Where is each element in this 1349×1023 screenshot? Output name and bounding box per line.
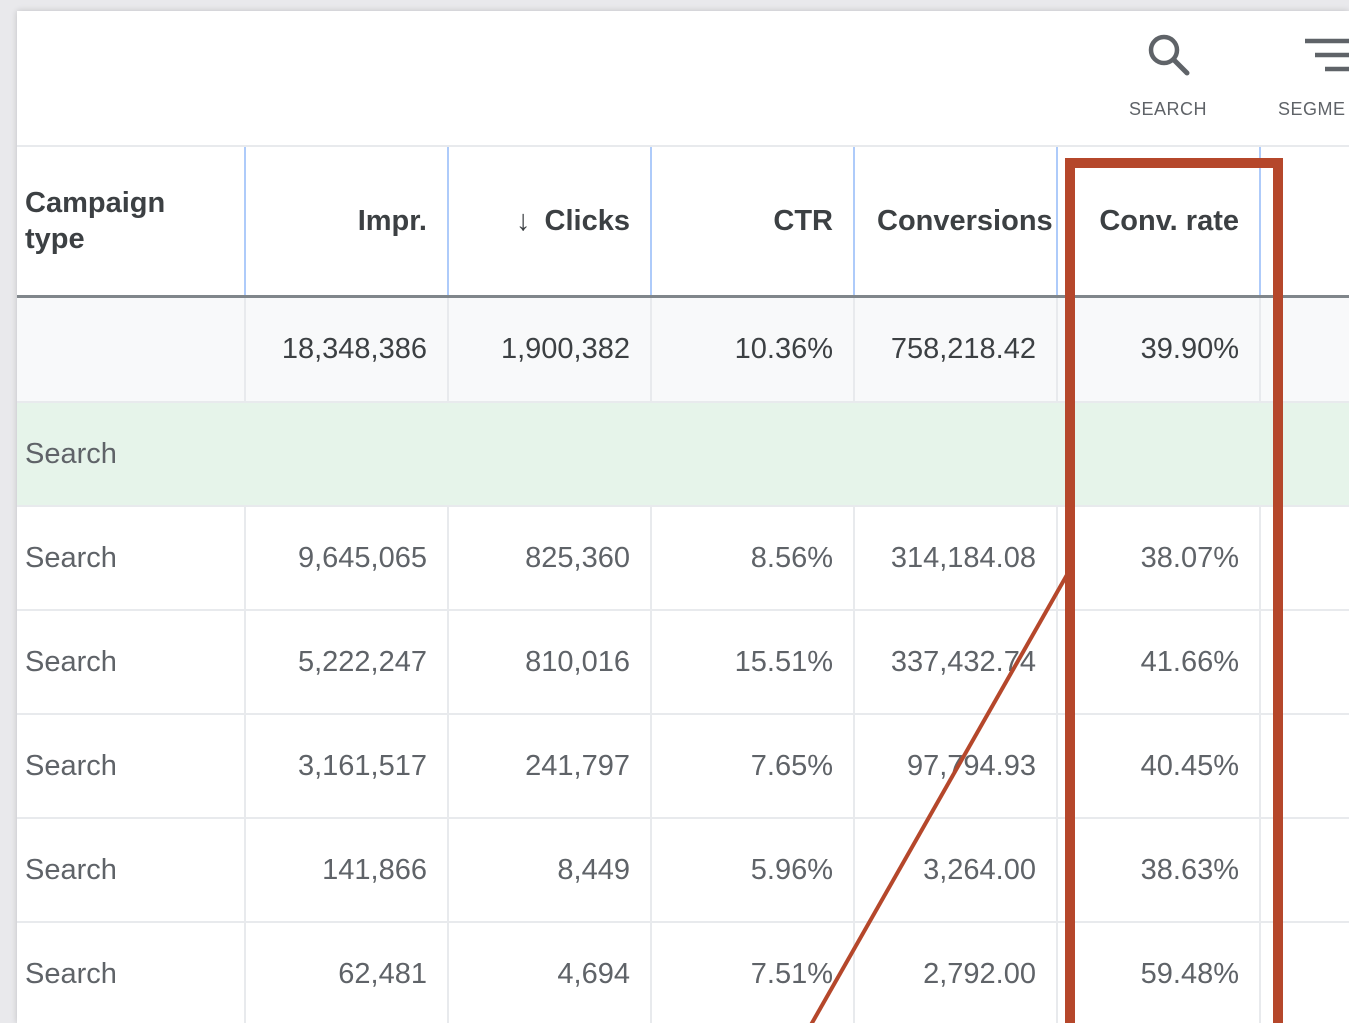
header-row: Campaign type Impr. ↓ Clicks CTR Conversi… bbox=[17, 145, 1349, 298]
table-cell: 5,222,247 bbox=[244, 610, 448, 715]
search-button[interactable]: SEARCH bbox=[1118, 31, 1218, 120]
group-cell bbox=[1259, 402, 1349, 507]
total-cell: 10.36% bbox=[650, 296, 854, 403]
table-cell: 4,694 bbox=[447, 922, 651, 1023]
table-row[interactable]: Search 9,645,065 825,360 8.56% 314,184.0… bbox=[17, 506, 1349, 611]
table-cell: 59.48% bbox=[1056, 922, 1260, 1023]
table-cell: 97,794.93 bbox=[853, 714, 1057, 819]
table-cell: 314,184.08 bbox=[853, 506, 1057, 611]
group-label: Search bbox=[17, 402, 245, 507]
group-row: Search bbox=[17, 402, 1349, 507]
table-cell: 3,264.00 bbox=[853, 818, 1057, 923]
group-cell bbox=[853, 402, 1057, 507]
table-cell: 7.51% bbox=[650, 922, 854, 1023]
total-row: 18,348,386 1,900,382 10.36% 758,218.42 3… bbox=[17, 296, 1349, 403]
group-cell bbox=[1056, 402, 1260, 507]
segment-icon bbox=[1305, 38, 1349, 72]
total-cell: 758,218.42 bbox=[853, 296, 1057, 403]
group-cell bbox=[244, 402, 448, 507]
column-header-clicks[interactable]: ↓ Clicks bbox=[447, 145, 651, 298]
table-cell: 62,481 bbox=[244, 922, 448, 1023]
table-cell: Search bbox=[17, 610, 245, 715]
total-cell: 1,900,382 bbox=[447, 296, 651, 403]
table-cell: 38.63% bbox=[1056, 818, 1260, 923]
table-cell: 15.51% bbox=[650, 610, 854, 715]
filler-cell bbox=[1259, 714, 1349, 819]
table-row[interactable]: Search 141,866 8,449 5.96% 3,264.00 38.6… bbox=[17, 818, 1349, 923]
segment-button-label: SEGME bbox=[1278, 99, 1346, 119]
table-cell: Search bbox=[17, 714, 245, 819]
table-cell: 38.07% bbox=[1056, 506, 1260, 611]
sort-descending-icon: ↓ bbox=[516, 204, 531, 237]
total-cell bbox=[17, 296, 245, 403]
column-header-conversions[interactable]: Conversions bbox=[853, 145, 1057, 298]
campaign-table-card: SEARCH SEGME Campaign type Impr. ↓ Clicks… bbox=[17, 11, 1349, 1023]
table-row[interactable]: Search 5,222,247 810,016 15.51% 337,432.… bbox=[17, 610, 1349, 715]
table-row[interactable]: Search 3,161,517 241,797 7.65% 97,794.93… bbox=[17, 714, 1349, 819]
total-cell: 39.90% bbox=[1056, 296, 1260, 403]
total-cell: 18,348,386 bbox=[244, 296, 448, 403]
column-header-impressions[interactable]: Impr. bbox=[244, 145, 448, 298]
group-cell bbox=[447, 402, 651, 507]
table-cell: 8.56% bbox=[650, 506, 854, 611]
column-header-clicks-label: Clicks bbox=[544, 204, 630, 237]
search-icon bbox=[1148, 34, 1190, 76]
search-button-label: SEARCH bbox=[1128, 99, 1207, 119]
table-cell: 41.66% bbox=[1056, 610, 1260, 715]
filler-cell bbox=[1259, 296, 1349, 403]
table-cell: 5.96% bbox=[650, 818, 854, 923]
campaign-table: Campaign type Impr. ↓ Clicks CTR Conversi… bbox=[17, 145, 1349, 1023]
table-cell: 7.65% bbox=[650, 714, 854, 819]
table-cell: 141,866 bbox=[244, 818, 448, 923]
table-cell: Search bbox=[17, 922, 245, 1023]
column-header-conv-rate[interactable]: Conv. rate bbox=[1056, 145, 1260, 298]
table-cell: 9,645,065 bbox=[244, 506, 448, 611]
filler-cell bbox=[1259, 506, 1349, 611]
table-cell: 337,432.74 bbox=[853, 610, 1057, 715]
table-cell: Search bbox=[17, 818, 245, 923]
table-cell: 8,449 bbox=[447, 818, 651, 923]
table-cell: 810,016 bbox=[447, 610, 651, 715]
table-cell: 3,161,517 bbox=[244, 714, 448, 819]
segment-button[interactable]: SEGME bbox=[1268, 31, 1349, 120]
filler-cell bbox=[1259, 922, 1349, 1023]
table-row[interactable]: Search 62,481 4,694 7.51% 2,792.00 59.48… bbox=[17, 922, 1349, 1023]
table-cell: 241,797 bbox=[447, 714, 651, 819]
table-cell: 825,360 bbox=[447, 506, 651, 611]
filler-cell bbox=[1259, 610, 1349, 715]
column-header-campaign-type[interactable]: Campaign type bbox=[17, 145, 245, 298]
table-cell: 40.45% bbox=[1056, 714, 1260, 819]
column-header-ctr[interactable]: CTR bbox=[650, 145, 854, 298]
table-cell: 2,792.00 bbox=[853, 922, 1057, 1023]
group-cell bbox=[650, 402, 854, 507]
column-header-filler bbox=[1259, 145, 1349, 298]
table-toolbar: SEARCH SEGME bbox=[17, 11, 1349, 145]
table-cell: Search bbox=[17, 506, 245, 611]
filler-cell bbox=[1259, 818, 1349, 923]
